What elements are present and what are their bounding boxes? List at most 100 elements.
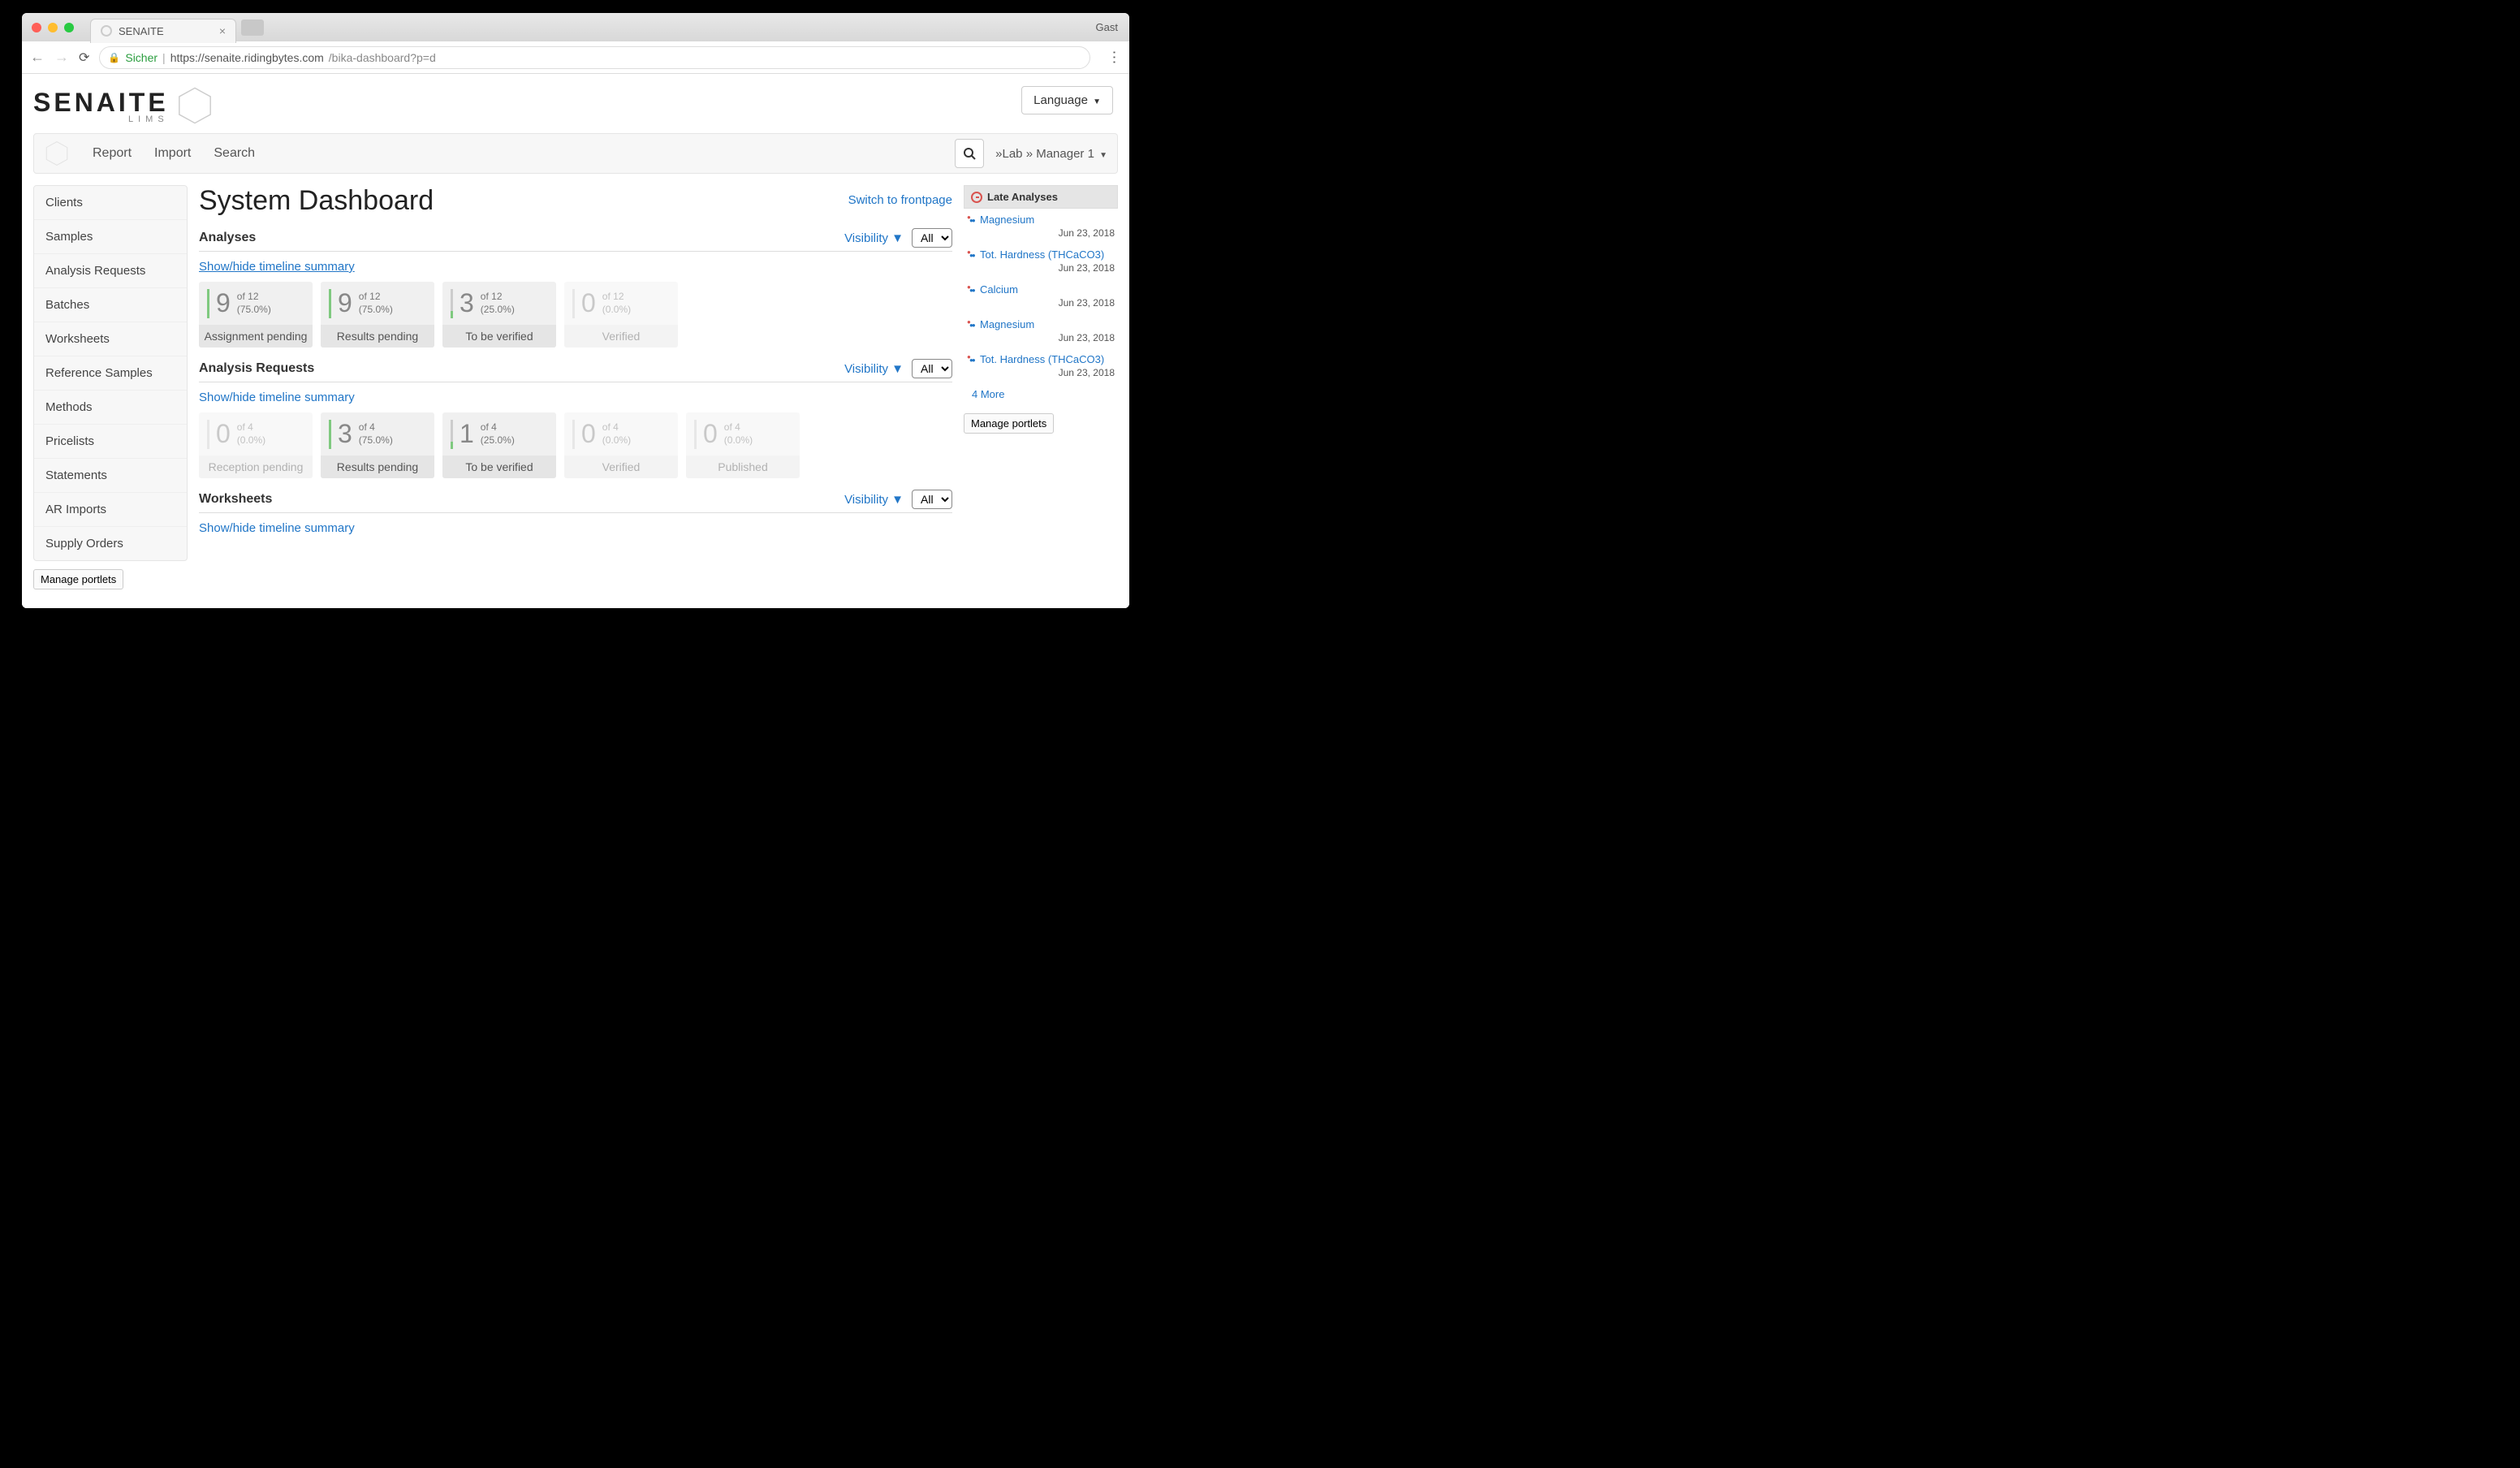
more-link[interactable]: 4 More	[964, 383, 1118, 405]
late-analysis-link[interactable]: Magnesium	[967, 214, 1115, 226]
filter-select[interactable]: All	[912, 228, 952, 248]
page-header: SENAITE LIMS Language ▼	[22, 74, 1129, 133]
late-analysis-item: Tot. Hardness (THCaCO3) Jun 23, 2018	[964, 348, 1118, 383]
stat-card[interactable]: 0 of 12(0.0%) Verified	[564, 282, 678, 348]
address-bar[interactable]: 🔒 Sicher | https://senaite.ridingbytes.c…	[99, 46, 1090, 69]
stat-card[interactable]: 0 of 4(0.0%) Published	[686, 412, 800, 478]
late-analysis-link[interactable]: Tot. Hardness (THCaCO3)	[967, 353, 1115, 365]
section-header: Analyses Visibility ▼ All	[199, 228, 952, 252]
browser-menu-icon[interactable]: ⋯	[1106, 50, 1123, 65]
sidebar-item-methods[interactable]: Methods	[34, 391, 187, 425]
late-analysis-date: Jun 23, 2018	[967, 367, 1115, 378]
sidebar: ClientsSamplesAnalysis RequestsBatchesWo…	[33, 185, 188, 561]
manage-portlets-button-right[interactable]: Manage portlets	[964, 413, 1054, 434]
filter-select[interactable]: All	[912, 490, 952, 509]
nav-home-icon[interactable]	[44, 140, 70, 166]
nav-import[interactable]: Import	[154, 146, 191, 161]
late-analysis-link[interactable]: Magnesium	[967, 318, 1115, 330]
visibility-toggle[interactable]: Visibility ▼	[844, 231, 904, 245]
stat-number: 3	[460, 288, 474, 318]
stat-label: To be verified	[442, 325, 556, 348]
caret-down-icon: ▼	[1099, 151, 1107, 160]
timeline-toggle-link[interactable]: Show/hide timeline summary	[199, 521, 355, 535]
stat-card[interactable]: 1 of 4(25.0%) To be verified	[442, 412, 556, 478]
molecule-icon	[967, 215, 977, 225]
late-analysis-date: Jun 23, 2018	[967, 227, 1115, 239]
reload-button[interactable]: ⟳	[79, 50, 89, 66]
url-path: /bika-dashboard?p=d	[329, 51, 436, 64]
late-analysis-item: Calcium Jun 23, 2018	[964, 278, 1118, 313]
browser-tab[interactable]: SENAITE ×	[90, 19, 236, 43]
url-divider: |	[162, 51, 166, 64]
browser-profile-label[interactable]: Gast	[1096, 21, 1118, 33]
stat-bar-icon	[451, 420, 453, 449]
molecule-icon	[967, 250, 977, 260]
sidebar-item-supply-orders[interactable]: Supply Orders	[34, 527, 187, 560]
language-button[interactable]: Language ▼	[1021, 86, 1113, 114]
stat-label: Assignment pending	[199, 325, 313, 348]
browser-window: SENAITE × Gast ← → ⟳ 🔒 Sicher | https://…	[22, 13, 1129, 608]
stat-label: Results pending	[321, 456, 434, 478]
late-analysis-date: Jun 23, 2018	[967, 332, 1115, 343]
sidebar-item-ar-imports[interactable]: AR Imports	[34, 493, 187, 527]
late-analysis-link[interactable]: Calcium	[967, 283, 1115, 296]
stat-meta: of 4(0.0%)	[724, 421, 753, 447]
url-host: https://senaite.ridingbytes.com	[170, 51, 324, 64]
sidebar-item-statements[interactable]: Statements	[34, 459, 187, 493]
forward-button[interactable]: →	[54, 49, 69, 66]
minimize-window-button[interactable]	[48, 23, 58, 32]
late-analyses-header: Late Analyses	[964, 185, 1118, 209]
sidebar-item-batches[interactable]: Batches	[34, 288, 187, 322]
close-window-button[interactable]	[32, 23, 41, 32]
logo[interactable]: SENAITE LIMS	[33, 86, 214, 125]
stat-number: 0	[703, 419, 718, 449]
stat-label: Results pending	[321, 325, 434, 348]
manage-portlets-button-left[interactable]: Manage portlets	[33, 569, 123, 589]
visibility-toggle[interactable]: Visibility ▼	[844, 493, 904, 507]
stat-meta: of 12(75.0%)	[359, 291, 393, 316]
switch-frontpage-link[interactable]: Switch to frontpage	[848, 193, 952, 207]
search-button[interactable]	[955, 139, 984, 168]
late-analyses-title: Late Analyses	[987, 191, 1058, 203]
nav-report[interactable]: Report	[93, 146, 132, 161]
stat-card[interactable]: 3 of 4(75.0%) Results pending	[321, 412, 434, 478]
stat-meta: of 4(0.0%)	[237, 421, 265, 447]
new-tab-button[interactable]	[241, 19, 264, 36]
late-analysis-item: Magnesium Jun 23, 2018	[964, 209, 1118, 244]
secure-label: Sicher	[125, 51, 158, 64]
close-tab-icon[interactable]: ×	[219, 24, 226, 37]
sidebar-item-worksheets[interactable]: Worksheets	[34, 322, 187, 356]
stat-number: 0	[581, 288, 596, 318]
page-title: System Dashboard	[199, 185, 434, 217]
stat-card[interactable]: 9 of 12(75.0%) Results pending	[321, 282, 434, 348]
stat-number: 1	[460, 419, 474, 449]
back-button[interactable]: ←	[30, 49, 45, 66]
tab-title: SENAITE	[119, 25, 164, 37]
section-header: Analysis Requests Visibility ▼ All	[199, 359, 952, 382]
stat-card[interactable]: 3 of 12(25.0%) To be verified	[442, 282, 556, 348]
sidebar-item-samples[interactable]: Samples	[34, 220, 187, 254]
late-analysis-link[interactable]: Tot. Hardness (THCaCO3)	[967, 248, 1115, 261]
stat-card[interactable]: 9 of 12(75.0%) Assignment pending	[199, 282, 313, 348]
timeline-toggle-link[interactable]: Show/hide timeline summary	[199, 260, 355, 274]
stat-bar-icon	[207, 289, 209, 318]
visibility-toggle[interactable]: Visibility ▼	[844, 362, 904, 376]
timeline-toggle-link[interactable]: Show/hide timeline summary	[199, 391, 355, 404]
nav-search[interactable]: Search	[214, 146, 255, 161]
search-icon	[963, 147, 976, 160]
user-menu[interactable]: »Lab » Manager 1 ▼	[995, 147, 1107, 161]
stat-card[interactable]: 0 of 4(0.0%) Verified	[564, 412, 678, 478]
sidebar-item-analysis-requests[interactable]: Analysis Requests	[34, 254, 187, 288]
sidebar-item-reference-samples[interactable]: Reference Samples	[34, 356, 187, 391]
section-title: Analysis Requests	[199, 361, 314, 376]
late-analysis-item: Magnesium Jun 23, 2018	[964, 313, 1118, 348]
filter-select[interactable]: All	[912, 359, 952, 378]
sidebar-wrap: ClientsSamplesAnalysis RequestsBatchesWo…	[33, 185, 188, 589]
maximize-window-button[interactable]	[64, 23, 74, 32]
stat-card[interactable]: 0 of 4(0.0%) Reception pending	[199, 412, 313, 478]
sidebar-item-clients[interactable]: Clients	[34, 186, 187, 220]
sidebar-item-pricelists[interactable]: Pricelists	[34, 425, 187, 459]
cards-row: 0 of 4(0.0%) Reception pending 3 of 4(75…	[199, 412, 952, 478]
page-content: SENAITE LIMS Language ▼ Report Import Se…	[22, 74, 1129, 608]
molecule-icon	[967, 285, 977, 295]
